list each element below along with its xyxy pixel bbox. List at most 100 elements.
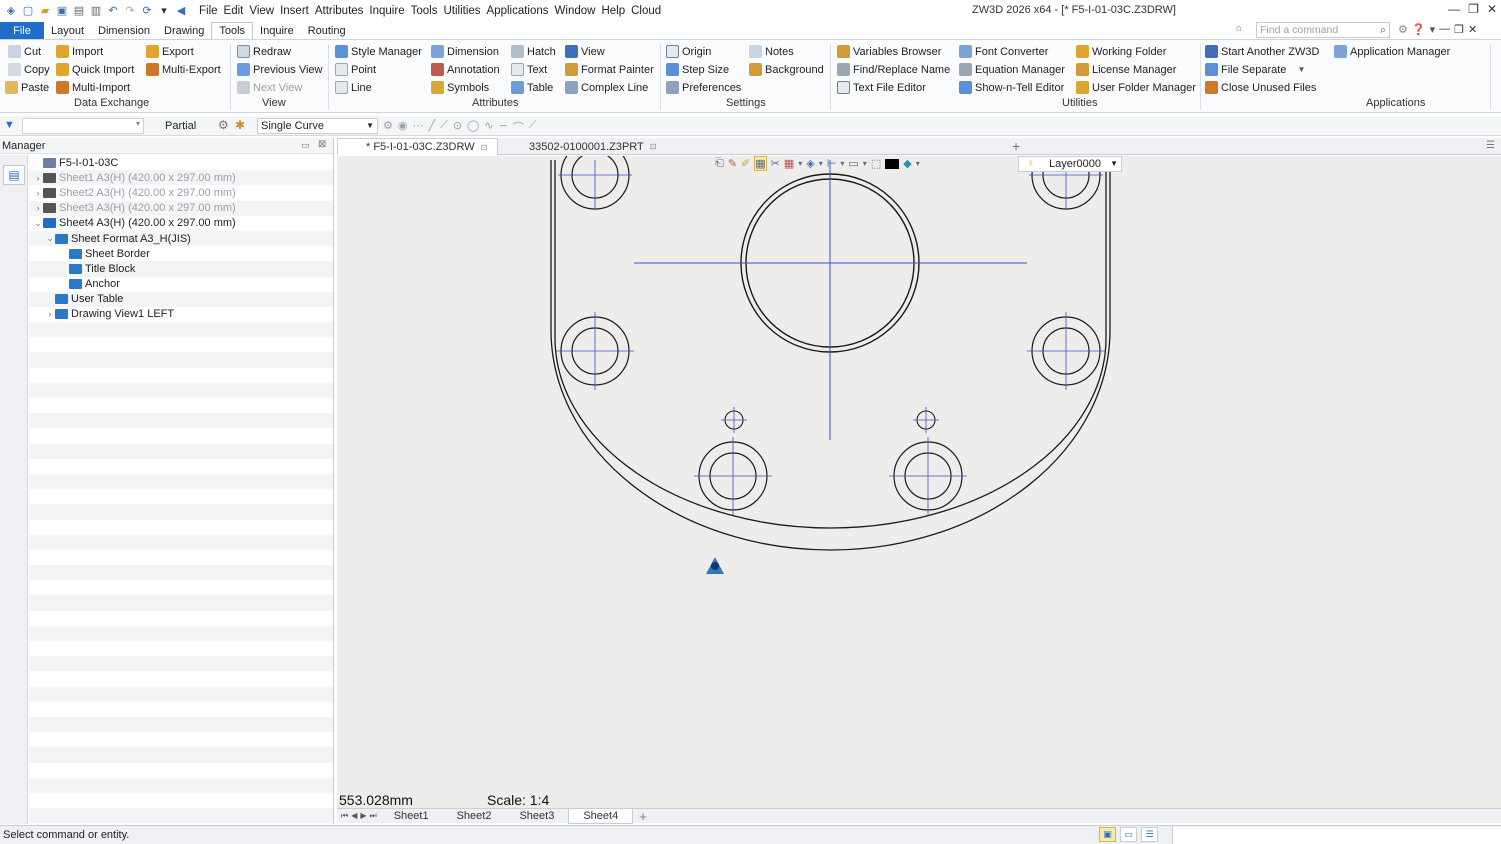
settings-icon[interactable]: ⚙	[1398, 23, 1408, 36]
expand-caret-icon[interactable]: ›	[33, 173, 43, 183]
new-file-icon[interactable]: ▢	[21, 4, 35, 18]
style-manager-button[interactable]: Style Manager	[335, 43, 422, 60]
annotation-button[interactable]: Annotation	[431, 61, 500, 78]
tab-layout[interactable]: Layout	[44, 22, 91, 39]
dropdown-arrow-icon[interactable]: ▾	[916, 159, 920, 168]
export-button[interactable]: Export	[146, 43, 194, 60]
dropdown-arrow-icon[interactable]: ▾	[157, 4, 171, 18]
pen-icon[interactable]: ✎	[728, 157, 737, 170]
open-folder-icon[interactable]: ▰	[38, 4, 52, 18]
tree-item[interactable]: ⌄ Sheet4 A3(H) (420.00 x 297.00 mm)	[29, 215, 333, 231]
snap-toggle-icon[interactable]: ▦	[754, 156, 767, 171]
dropdown-arrow-icon[interactable]: ▼	[1297, 65, 1305, 74]
font-converter-button[interactable]: Font Converter	[959, 43, 1048, 60]
menu-window[interactable]: Window	[552, 5, 599, 17]
snap-wave-icon[interactable]: ∽	[499, 119, 508, 135]
equation-manager-button[interactable]: Equation Manager	[959, 61, 1065, 78]
window-restore-icon[interactable]: ❐	[1454, 23, 1464, 36]
window-minimize-icon[interactable]: —	[1439, 23, 1450, 36]
file-separate-button[interactable]: File Separate ▼	[1205, 61, 1305, 78]
sheet-tab-2[interactable]: Sheet2	[443, 809, 506, 824]
curve-mode-select[interactable]: Single Curve ▼	[257, 118, 378, 134]
symbols-button[interactable]: Symbols	[431, 79, 489, 96]
tab-file[interactable]: File	[0, 22, 44, 39]
tree-item[interactable]: ⌄ Sheet Format A3_H(JIS)	[29, 230, 333, 247]
dropdown-arrow-icon[interactable]: ▾	[819, 159, 823, 168]
origin-button[interactable]: Origin	[666, 43, 711, 60]
help-icon[interactable]: ❓	[1412, 23, 1426, 36]
expand-caret-icon[interactable]: ›	[33, 203, 43, 213]
snap-endpoint-icon[interactable]: ⟋	[440, 119, 448, 135]
refresh-icon[interactable]: ⟳	[140, 4, 154, 18]
expand-caret-icon[interactable]: ⌄	[45, 233, 55, 244]
snap-tangent-icon[interactable]: ⟋	[529, 119, 537, 135]
snap-settings-icon[interactable]: ⚙	[383, 119, 393, 135]
drawing-view[interactable]	[337, 140, 1501, 808]
collapse-ribbon-icon[interactable]: ⌂	[1236, 23, 1242, 34]
menu-view[interactable]: View	[246, 5, 277, 17]
tree-item[interactable]: › Sheet2 A3(H) (420.00 x 297.00 mm)	[29, 185, 333, 201]
back-arrow-icon[interactable]: ◀	[174, 4, 188, 18]
format-painter-button[interactable]: Format Painter	[565, 61, 654, 78]
menu-inquire[interactable]: Inquire	[366, 5, 407, 17]
print-icon[interactable]: ▤	[72, 4, 86, 18]
tab-menu-icon[interactable]: ☰	[1486, 140, 1495, 151]
pin-icon[interactable]: ⊡	[481, 143, 488, 152]
color-swatch[interactable]	[885, 158, 900, 169]
save-icon[interactable]: ▣	[55, 4, 69, 18]
text-file-editor-button[interactable]: Text File Editor	[837, 79, 926, 96]
layer-select[interactable]: ♀ Layer0000 ▼	[1018, 156, 1122, 172]
user-folder-manager-button[interactable]: User Folder Manager	[1076, 79, 1196, 96]
tab-tools[interactable]: Tools	[211, 22, 254, 39]
paste-button[interactable]: Paste	[5, 79, 49, 96]
expand-caret-icon[interactable]: ›	[33, 188, 43, 198]
application-manager-button[interactable]: Application Manager	[1334, 43, 1450, 60]
close-icon[interactable]: ⊠	[318, 139, 326, 150]
multi-export-button[interactable]: Multi-Export	[146, 61, 221, 78]
exit-icon[interactable]: ⎗	[715, 157, 724, 170]
menu-attributes[interactable]: Attributes	[312, 5, 367, 17]
snap-line-icon[interactable]: ╱	[428, 119, 435, 135]
filter-icon[interactable]: ▼	[4, 119, 15, 131]
layer-style-icon[interactable]: ◆	[903, 157, 911, 170]
step-size-button[interactable]: Step Size	[666, 61, 729, 78]
copy-button[interactable]: Copy	[8, 61, 50, 78]
menu-cloud[interactable]: Cloud	[628, 5, 664, 17]
grid-icon[interactable]: ▦	[784, 157, 794, 170]
restore-button[interactable]: ❐	[1468, 2, 1479, 16]
background-button[interactable]: Background	[749, 61, 824, 78]
table-button[interactable]: Table	[511, 79, 553, 96]
expand-caret-icon[interactable]: ›	[45, 309, 55, 319]
minimize-button[interactable]: —	[1448, 2, 1460, 16]
sheet-tab-1[interactable]: Sheet1	[380, 809, 443, 824]
license-manager-button[interactable]: License Manager	[1076, 61, 1176, 78]
partial-toggle[interactable]: Partial	[165, 120, 196, 132]
quick-import-button[interactable]: Quick Import	[56, 61, 134, 78]
expand-caret-icon[interactable]: ⌄	[33, 218, 43, 229]
app-logo-icon[interactable]: ◈	[4, 4, 18, 18]
doc-tab-drawing[interactable]: * F5-I-01-03C.Z3DRW ⊡	[337, 138, 498, 155]
sheet-tab-3[interactable]: Sheet3	[505, 809, 568, 824]
menu-insert[interactable]: Insert	[277, 5, 312, 17]
menu-applications[interactable]: Applications	[484, 5, 552, 17]
tree-item[interactable]: Sheet Border	[29, 246, 333, 262]
tree-item[interactable]: › Sheet1 A3(H) (420.00 x 297.00 mm)	[29, 170, 333, 186]
display-mode-icon[interactable]: ◈	[806, 157, 814, 170]
next-view-button[interactable]: Next View	[237, 79, 302, 96]
tab-inquire[interactable]: Inquire	[253, 22, 301, 39]
preferences-button[interactable]: Preferences	[666, 79, 741, 96]
close-button[interactable]: ✕	[1487, 2, 1497, 16]
tab-dimension[interactable]: Dimension	[91, 22, 157, 39]
menu-file[interactable]: File	[196, 5, 221, 17]
sheet-mode-icon[interactable]: ▣	[1099, 827, 1116, 842]
command-search-input[interactable]: Find a command ⌕	[1256, 22, 1390, 38]
pin-icon[interactable]: ⊡	[650, 142, 657, 151]
pin-icon[interactable]: ▭	[301, 140, 310, 151]
tab-routing[interactable]: Routing	[301, 22, 353, 39]
working-folder-button[interactable]: Working Folder	[1076, 43, 1166, 60]
dimension-mode-icon[interactable]: ⊢	[827, 157, 837, 170]
point-button[interactable]: Point	[335, 61, 376, 78]
pick-filter-icon[interactable]: ⚙	[218, 118, 229, 132]
tree-item[interactable]: › Sheet3 A3(H) (420.00 x 297.00 mm)	[29, 200, 333, 216]
text-button[interactable]: Text	[511, 61, 547, 78]
